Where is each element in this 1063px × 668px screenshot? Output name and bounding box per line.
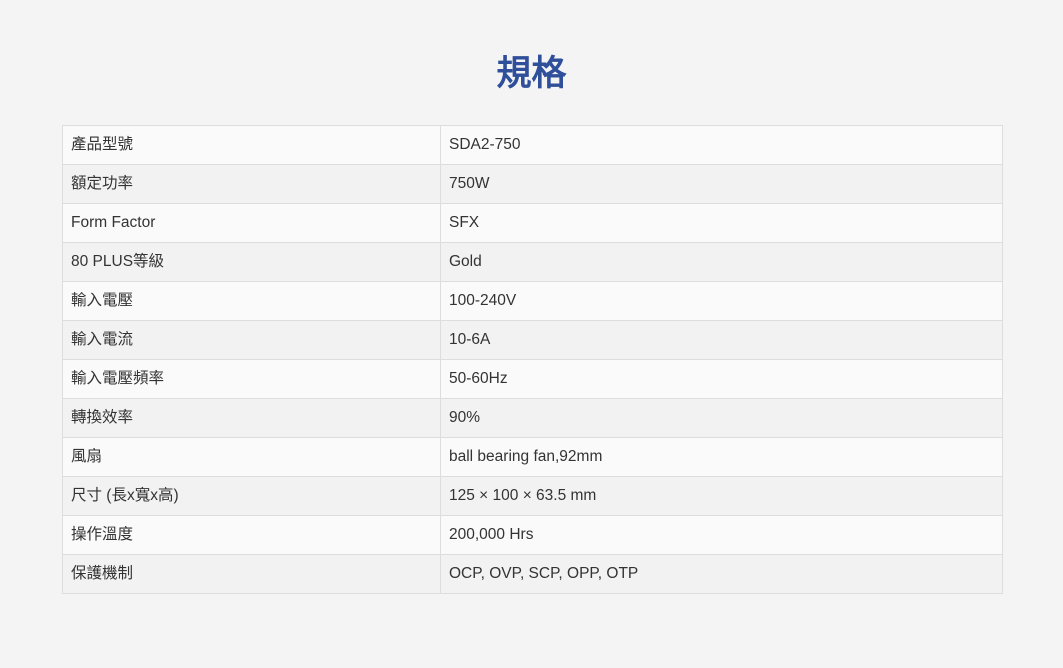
table-row: 輸入電壓頻率 50-60Hz xyxy=(62,359,1003,399)
spec-label: 輸入電壓頻率 xyxy=(62,359,441,399)
table-row: 轉換效率 90% xyxy=(62,398,1003,438)
table-row: 尺寸 (長x寬x高) 125 × 100 × 63.5 mm xyxy=(62,476,1003,516)
table-row: 保護機制 OCP, OVP, SCP, OPP, OTP xyxy=(62,554,1003,594)
spec-label: 輸入電壓 xyxy=(62,281,441,321)
spec-value: 50-60Hz xyxy=(440,359,1003,399)
spec-label: 風扇 xyxy=(62,437,441,477)
spec-value: SFX xyxy=(440,203,1003,243)
spec-value: SDA2-750 xyxy=(440,125,1003,165)
spec-label: 額定功率 xyxy=(62,164,441,204)
spec-label: Form Factor xyxy=(62,203,441,243)
spec-value: 125 × 100 × 63.5 mm xyxy=(440,476,1003,516)
spec-value: 100-240V xyxy=(440,281,1003,321)
spec-value: OCP, OVP, SCP, OPP, OTP xyxy=(440,554,1003,594)
spec-value: 10-6A xyxy=(440,320,1003,360)
table-row: Form Factor SFX xyxy=(62,203,1003,243)
spec-value: 200,000 Hrs xyxy=(440,515,1003,555)
table-row: 輸入電壓 100-240V xyxy=(62,281,1003,321)
spec-label: 輸入電流 xyxy=(62,320,441,360)
spec-label: 產品型號 xyxy=(62,125,441,165)
spec-value: Gold xyxy=(440,242,1003,282)
spec-label: 保護機制 xyxy=(62,554,441,594)
table-row: 額定功率 750W xyxy=(62,164,1003,204)
page-title: 規格 xyxy=(496,54,567,93)
spec-table: 產品型號 SDA2-750 額定功率 750W Form Factor SFX … xyxy=(62,125,1003,594)
table-row: 輸入電流 10-6A xyxy=(62,320,1003,360)
spec-value: 750W xyxy=(440,164,1003,204)
table-row: 操作溫度 200,000 Hrs xyxy=(62,515,1003,555)
spec-label: 尺寸 (長x寬x高) xyxy=(62,476,441,516)
spec-value: ball bearing fan,92mm xyxy=(440,437,1003,477)
table-row: 風扇 ball bearing fan,92mm xyxy=(62,437,1003,477)
spec-value: 90% xyxy=(440,398,1003,438)
table-row: 產品型號 SDA2-750 xyxy=(62,125,1003,165)
spec-label: 80 PLUS等級 xyxy=(62,242,441,282)
table-row: 80 PLUS等級 Gold xyxy=(62,242,1003,282)
spec-label: 轉換效率 xyxy=(62,398,441,438)
spec-label: 操作溫度 xyxy=(62,515,441,555)
